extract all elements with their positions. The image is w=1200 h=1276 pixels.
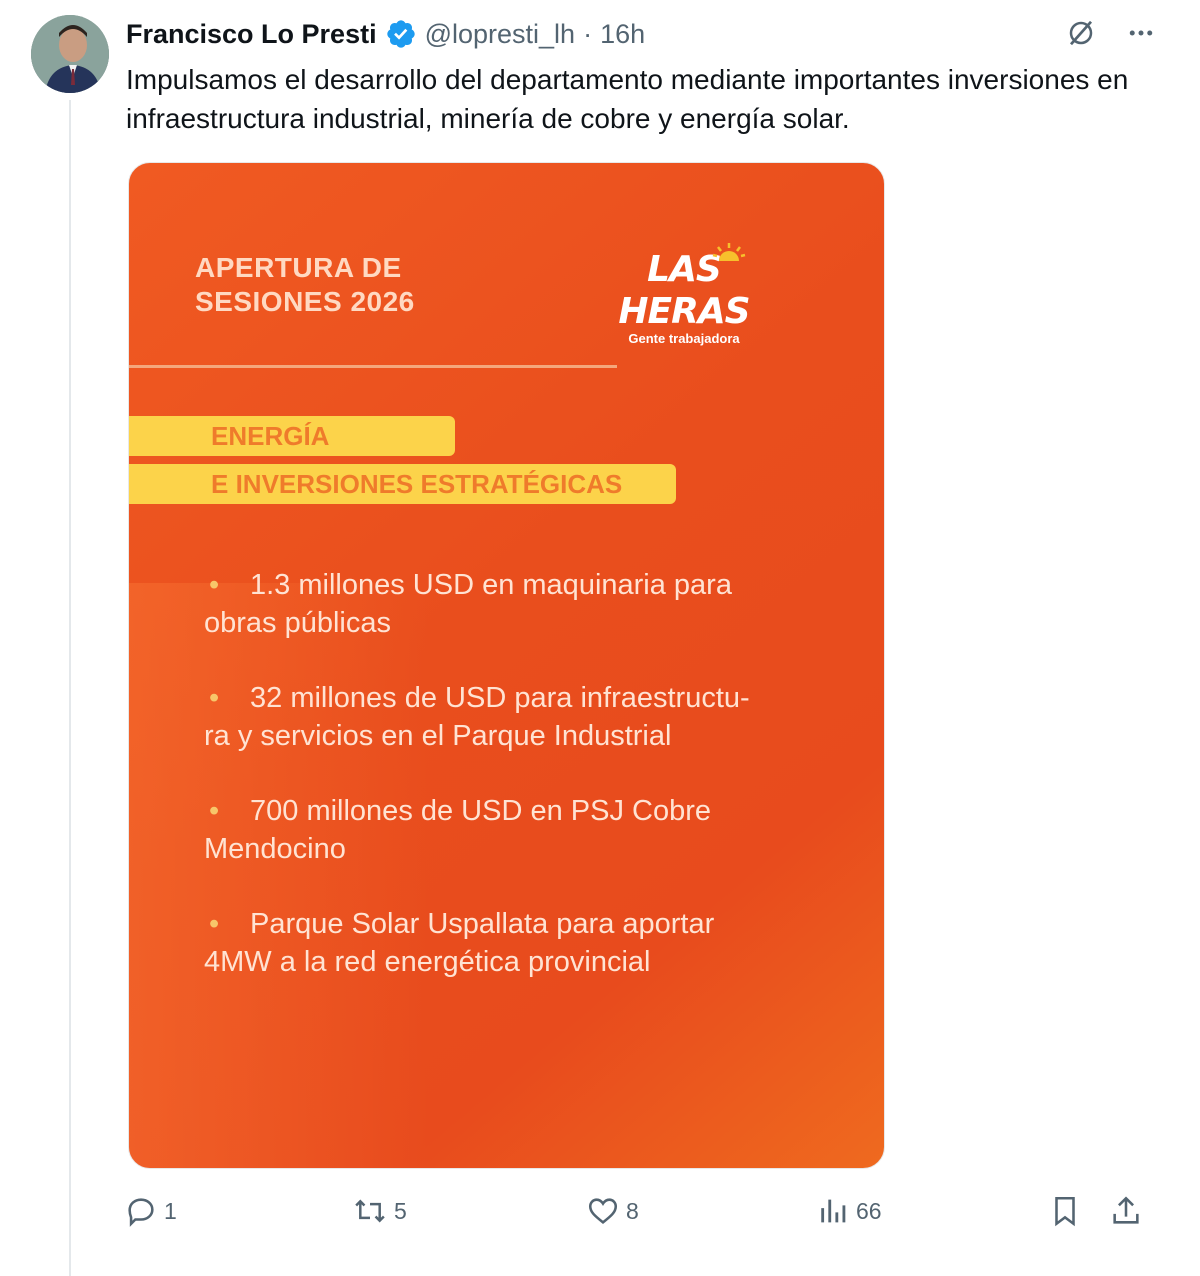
thread-line <box>69 100 71 1276</box>
more-icon[interactable] <box>1124 16 1158 50</box>
section-band-inversiones: E INVERSIONES ESTRATÉGICAS <box>129 464 676 504</box>
views-count: 66 <box>856 1197 882 1224</box>
list-item: • 32 millones de USD para infraestructu- … <box>204 679 844 755</box>
verified-badge-icon <box>385 18 417 50</box>
views-button[interactable]: 66 <box>818 1194 882 1228</box>
repost-button[interactable]: 5 <box>352 1194 407 1228</box>
timestamp[interactable]: 16h <box>600 19 645 50</box>
reply-icon <box>128 1198 154 1227</box>
author-name[interactable]: Francisco Lo Presti <box>126 19 377 50</box>
tweet-top-actions <box>1064 16 1158 50</box>
like-count: 8 <box>626 1197 639 1224</box>
list-item: • 1.3 millones USD en maquinaria para obr… <box>204 566 844 642</box>
tweet-actions-bar: 1 5 8 66 <box>124 1194 1154 1238</box>
card-heading: APERTURA DE SESIONES 2026 <box>195 251 415 319</box>
bullet-line: Mendocino <box>204 833 346 865</box>
logo-text: LAS HERAS <box>618 249 750 332</box>
bullet-icon: • <box>209 569 220 601</box>
bullet-line: 700 millones de USD en PSJ Cobre <box>250 795 712 827</box>
las-heras-logo: LAS HERAS Gente trabajadora <box>594 243 774 346</box>
repost-count: 5 <box>394 1197 407 1224</box>
card-heading-line1: APERTURA DE <box>195 252 402 283</box>
bullet-line: 4MW a la red energética provincial <box>204 946 651 978</box>
list-item: • Parque Solar Uspallata para aportar 4MW… <box>204 905 844 981</box>
avatar[interactable] <box>31 15 109 93</box>
bookmark-icon <box>1055 1196 1075 1227</box>
bookmark-button[interactable] <box>1050 1194 1080 1228</box>
card-divider <box>129 365 617 368</box>
bullet-icon: • <box>209 795 220 827</box>
bullet-line: ra y servicios en el Parque Industrial <box>204 720 672 752</box>
like-button[interactable]: 8 <box>586 1194 639 1228</box>
bullet-line: Parque Solar Uspallata para aportar <box>250 908 715 940</box>
bullet-line: 32 millones de USD para infraestructu- <box>250 682 750 714</box>
bullet-icon: • <box>209 908 220 940</box>
share-icon <box>1113 1196 1139 1224</box>
section-band-energia: ENERGÍA <box>129 416 455 456</box>
separator-dot: · <box>583 18 593 49</box>
card-heading-line2: SESIONES 2026 <box>195 286 415 317</box>
reply-button[interactable]: 1 <box>124 1194 177 1228</box>
bullet-icon: • <box>209 682 220 714</box>
bullet-line: 1.3 millones USD en maquinaria para <box>250 569 732 601</box>
bullet-line: obras públicas <box>204 607 391 639</box>
views-icon <box>821 1199 846 1223</box>
like-icon <box>588 1198 618 1224</box>
bullet-list: • 1.3 millones USD en maquinaria para obr… <box>204 566 844 1018</box>
tweet-image-card[interactable]: APERTURA DE SESIONES 2026 LAS HERAS Gent… <box>128 162 885 1169</box>
list-item: • 700 millones de USD en PSJ Cobre Mendoc… <box>204 792 844 868</box>
tweet-header: Francisco Lo Presti @lopresti_lh · 16h <box>126 14 645 54</box>
logo-tagline: Gente trabajadora <box>628 331 740 346</box>
grok-icon[interactable] <box>1064 16 1098 50</box>
tweet-text: Impulsamos el desarrollo del departament… <box>126 64 1129 134</box>
repost-icon <box>355 1199 385 1223</box>
reply-count: 1 <box>164 1197 177 1224</box>
sun-icon <box>712 243 746 261</box>
author-handle[interactable]: @lopresti_lh <box>425 19 575 50</box>
share-button[interactable] <box>1110 1194 1142 1228</box>
